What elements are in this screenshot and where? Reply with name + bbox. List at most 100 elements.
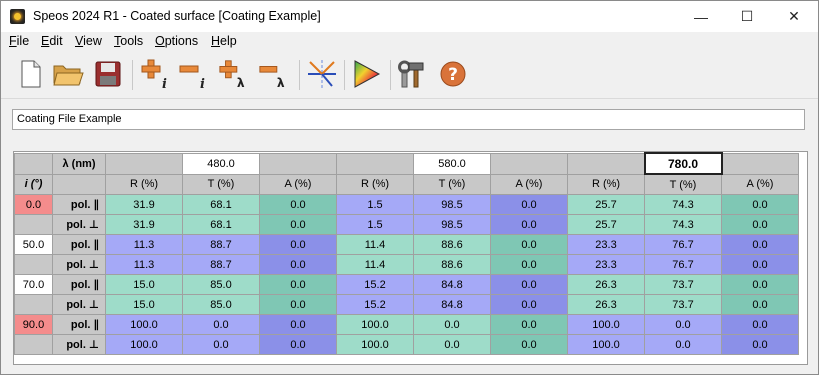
table-cell[interactable]: 0.0 bbox=[490, 274, 568, 295]
table-cell[interactable]: 74.3 bbox=[644, 194, 722, 215]
table-cell[interactable]: 0.0 bbox=[413, 314, 491, 335]
table-cell[interactable]: 0.0 bbox=[259, 234, 337, 255]
table-cell[interactable]: 23.3 bbox=[567, 254, 645, 275]
table-cell[interactable]: 0.0 bbox=[721, 274, 799, 295]
table-cell[interactable]: 15.0 bbox=[105, 274, 183, 295]
table-cell[interactable]: 0.0 bbox=[721, 314, 799, 335]
table-cell[interactable]: 0.0 bbox=[182, 314, 260, 335]
menu-tools[interactable]: Tools bbox=[114, 34, 143, 48]
wavelength-value-2[interactable]: 780.0 bbox=[643, 152, 723, 175]
table-cell[interactable]: 98.5 bbox=[413, 214, 491, 235]
table-cell[interactable]: 88.7 bbox=[182, 254, 260, 275]
add-wavelength-button[interactable]: λ bbox=[218, 58, 250, 90]
incidence-angle-2[interactable]: 70.0 bbox=[14, 274, 53, 295]
table-cell[interactable]: 100.0 bbox=[567, 334, 645, 355]
spectrum-button[interactable] bbox=[351, 58, 383, 90]
table-cell[interactable]: 0.0 bbox=[490, 334, 568, 355]
table-cell[interactable]: 0.0 bbox=[259, 274, 337, 295]
table-cell[interactable]: 0.0 bbox=[490, 314, 568, 335]
table-cell[interactable]: 0.0 bbox=[259, 254, 337, 275]
table-cell[interactable]: 0.0 bbox=[259, 294, 337, 315]
table-cell[interactable]: 11.4 bbox=[336, 254, 414, 275]
table-cell[interactable]: 88.7 bbox=[182, 234, 260, 255]
table-cell[interactable]: 31.9 bbox=[105, 194, 183, 215]
table-cell[interactable]: 88.6 bbox=[413, 234, 491, 255]
incidence-angle-0[interactable]: 0.0 bbox=[14, 194, 53, 215]
table-cell[interactable]: 98.5 bbox=[413, 194, 491, 215]
new-file-button[interactable] bbox=[15, 58, 47, 90]
table-cell[interactable]: 0.0 bbox=[259, 334, 337, 355]
table-cell[interactable]: 15.2 bbox=[336, 294, 414, 315]
table-cell[interactable]: 68.1 bbox=[182, 194, 260, 215]
table-cell[interactable]: 15.2 bbox=[336, 274, 414, 295]
maximize-button[interactable]: ☐ bbox=[724, 1, 770, 32]
minimize-button[interactable]: — bbox=[678, 1, 724, 32]
table-cell[interactable]: 74.3 bbox=[644, 214, 722, 235]
table-cell[interactable]: 0.0 bbox=[721, 294, 799, 315]
add-incidence-button[interactable]: i bbox=[140, 58, 172, 90]
menu-file[interactable]: File bbox=[9, 34, 29, 48]
table-cell[interactable]: 11.3 bbox=[105, 234, 183, 255]
table-cell[interactable]: 0.0 bbox=[490, 194, 568, 215]
table-cell[interactable]: 0.0 bbox=[490, 214, 568, 235]
table-cell[interactable]: 11.3 bbox=[105, 254, 183, 275]
menu-view[interactable]: View bbox=[75, 34, 102, 48]
table-cell[interactable]: 26.3 bbox=[567, 294, 645, 315]
table-cell[interactable]: 0.0 bbox=[721, 194, 799, 215]
table-cell[interactable]: 0.0 bbox=[182, 334, 260, 355]
menu-edit[interactable]: Edit bbox=[41, 34, 63, 48]
incidence-diagram-button[interactable] bbox=[306, 58, 338, 90]
table-cell[interactable]: 26.3 bbox=[567, 274, 645, 295]
table-cell[interactable]: 73.7 bbox=[644, 274, 722, 295]
table-cell[interactable]: 0.0 bbox=[721, 254, 799, 275]
table-cell[interactable]: 100.0 bbox=[336, 334, 414, 355]
table-cell[interactable]: 84.8 bbox=[413, 294, 491, 315]
table-cell[interactable]: 100.0 bbox=[105, 314, 183, 335]
table-cell[interactable]: 68.1 bbox=[182, 214, 260, 235]
table-cell[interactable]: 0.0 bbox=[490, 234, 568, 255]
table-cell[interactable]: 88.6 bbox=[413, 254, 491, 275]
menu-options[interactable]: Options bbox=[155, 34, 198, 48]
table-cell[interactable]: 11.4 bbox=[336, 234, 414, 255]
table-cell[interactable]: 0.0 bbox=[259, 214, 337, 235]
remove-wavelength-button[interactable]: λ bbox=[258, 58, 290, 90]
settings-button[interactable] bbox=[396, 58, 428, 90]
wavelength-value-1[interactable]: 580.0 bbox=[413, 152, 491, 175]
table-cell[interactable]: 0.0 bbox=[259, 314, 337, 335]
open-file-button[interactable] bbox=[52, 58, 84, 90]
table-cell[interactable]: 100.0 bbox=[105, 334, 183, 355]
incidence-angle-3[interactable]: 90.0 bbox=[14, 314, 53, 335]
close-button[interactable]: ✕ bbox=[771, 1, 817, 32]
table-cell[interactable]: 0.0 bbox=[490, 294, 568, 315]
incidence-angle-1[interactable]: 50.0 bbox=[14, 234, 53, 255]
wavelength-value-0[interactable]: 480.0 bbox=[182, 152, 260, 175]
table-cell[interactable]: 1.5 bbox=[336, 194, 414, 215]
table-cell[interactable]: 0.0 bbox=[644, 314, 722, 335]
table-cell[interactable]: 76.7 bbox=[644, 254, 722, 275]
save-file-button[interactable] bbox=[92, 58, 124, 90]
remove-incidence-button[interactable]: i bbox=[178, 58, 210, 90]
table-cell[interactable]: 31.9 bbox=[105, 214, 183, 235]
table-cell[interactable]: 85.0 bbox=[182, 274, 260, 295]
table-cell[interactable]: 85.0 bbox=[182, 294, 260, 315]
table-cell[interactable]: 1.5 bbox=[336, 214, 414, 235]
table-cell[interactable]: 0.0 bbox=[721, 334, 799, 355]
table-cell[interactable]: 0.0 bbox=[259, 194, 337, 215]
table-cell[interactable]: 23.3 bbox=[567, 234, 645, 255]
table-cell[interactable]: 25.7 bbox=[567, 194, 645, 215]
table-cell[interactable]: 100.0 bbox=[567, 314, 645, 335]
table-cell[interactable]: 76.7 bbox=[644, 234, 722, 255]
table-cell[interactable]: 0.0 bbox=[721, 214, 799, 235]
menu-help[interactable]: Help bbox=[211, 34, 237, 48]
table-cell[interactable]: 25.7 bbox=[567, 214, 645, 235]
table-cell[interactable]: 0.0 bbox=[721, 234, 799, 255]
table-cell[interactable]: 100.0 bbox=[336, 314, 414, 335]
table-cell[interactable]: 0.0 bbox=[413, 334, 491, 355]
table-cell[interactable]: 15.0 bbox=[105, 294, 183, 315]
coating-name-field[interactable]: Coating File Example bbox=[12, 109, 805, 130]
table-cell[interactable]: 0.0 bbox=[490, 254, 568, 275]
table-cell[interactable]: 0.0 bbox=[644, 334, 722, 355]
table-cell[interactable]: 73.7 bbox=[644, 294, 722, 315]
table-cell[interactable]: 84.8 bbox=[413, 274, 491, 295]
help-button[interactable]: ? bbox=[437, 58, 469, 90]
